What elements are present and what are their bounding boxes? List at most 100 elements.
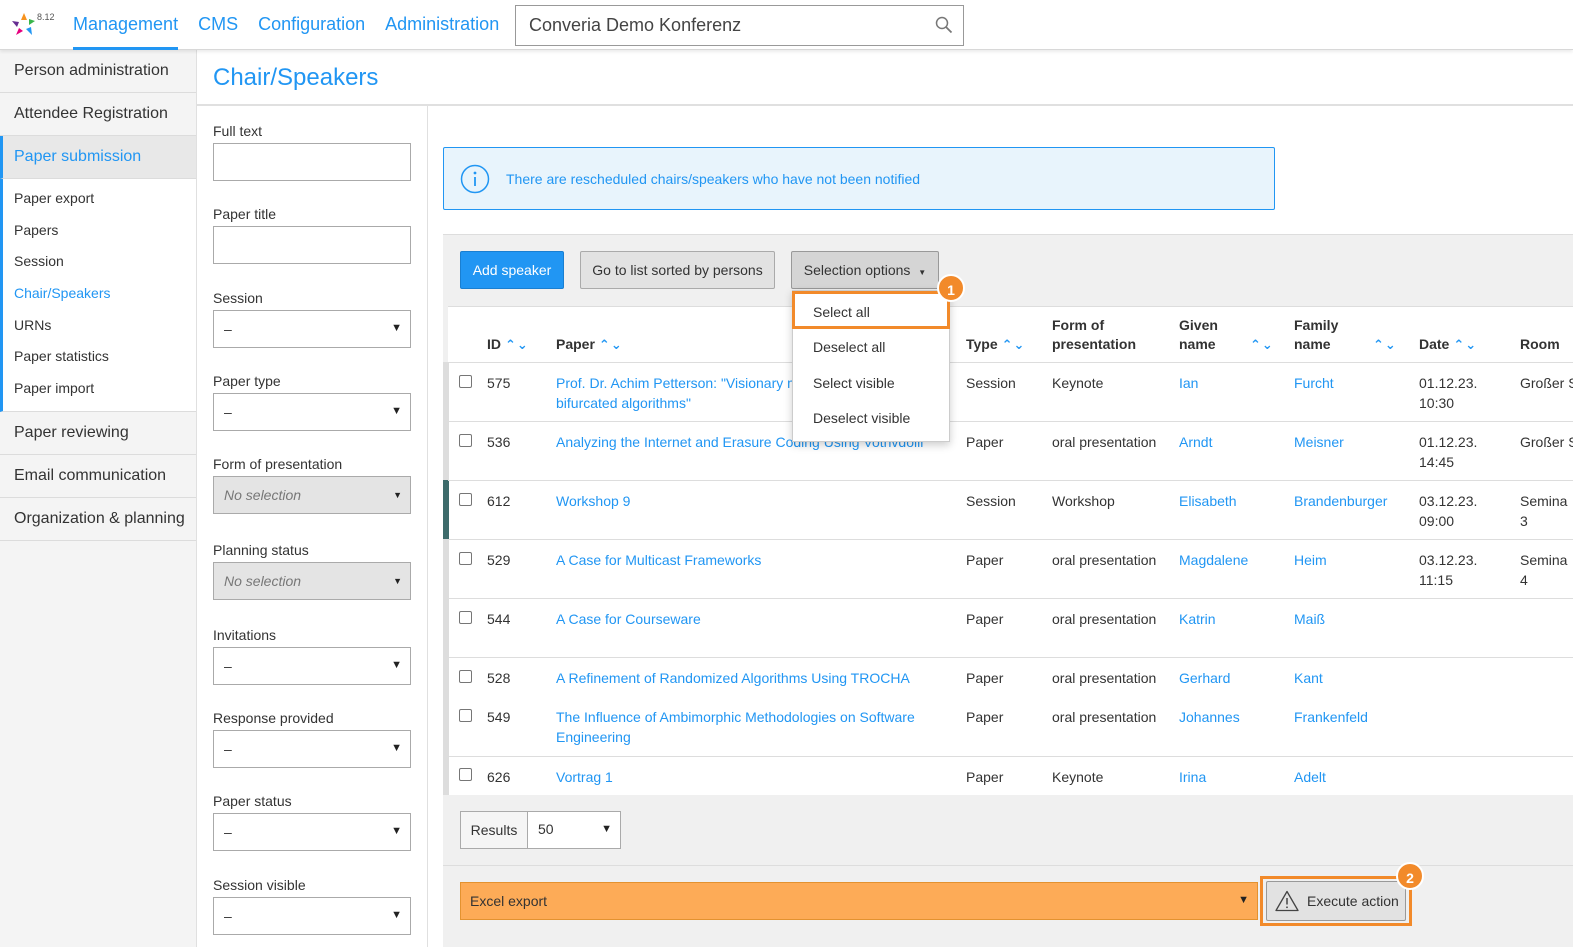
row-family-name-link[interactable]: Frankenfeld — [1294, 707, 1368, 727]
row-checkbox[interactable] — [459, 375, 472, 388]
col-type-header[interactable]: Type ⌃⌄ — [966, 335, 1025, 354]
form-of-presentation-value: No selection — [224, 487, 302, 503]
sort-icon[interactable]: ⌃⌄ — [1369, 335, 1397, 354]
paper-type-select[interactable]: – ▼ — [213, 393, 411, 431]
sidebar-subitem-urns[interactable]: URNs — [3, 310, 196, 342]
col-date-label: Date — [1419, 336, 1450, 352]
paper-status-select[interactable]: – ▼ — [213, 813, 411, 851]
sort-icon[interactable]: ⌃⌄ — [1246, 335, 1274, 354]
row-id: 575 — [487, 375, 511, 391]
sidebar-subitem-paper-statistics[interactable]: Paper statistics — [3, 341, 196, 373]
go-to-list-button[interactable]: Go to list sorted by persons — [580, 251, 775, 289]
event-search-input[interactable]: Converia Demo Konferenz — [515, 5, 964, 46]
row-family-name-link[interactable]: Brandenburger — [1294, 491, 1387, 511]
menu-item-deselect-visible[interactable]: Deselect visible — [793, 401, 949, 436]
row-given-name-link[interactable]: Elisabeth — [1179, 491, 1237, 511]
nav-administration[interactable]: Administration — [385, 0, 499, 50]
action-select[interactable]: Excel export ▼ — [460, 882, 1258, 920]
row-family-name-link[interactable]: Heim — [1294, 550, 1327, 570]
filter-form-of-presentation: Form of presentation No selection ▼ — [213, 456, 411, 514]
row-checkbox[interactable] — [459, 552, 472, 565]
caret-down-icon: ▼ — [391, 659, 402, 671]
session-label: Session — [213, 290, 263, 306]
row-checkbox[interactable] — [459, 768, 472, 781]
sidebar-item-organization-planning[interactable]: Organization & planning — [0, 498, 196, 541]
results-per-page-select[interactable]: Results 50 ▼ — [460, 811, 621, 849]
row-id: 544 — [487, 611, 511, 627]
sidebar-subitem-chair-speakers[interactable]: Chair/Speakers — [3, 278, 196, 310]
sidebar-item-paper-reviewing[interactable]: Paper reviewing — [0, 412, 196, 455]
row-checkbox[interactable] — [459, 493, 472, 506]
row-given-name-link[interactable]: Gerhard — [1179, 668, 1230, 688]
add-speaker-button[interactable]: Add speaker — [460, 251, 564, 289]
row-paper-link[interactable]: Prof. Dr. Achim Petterson: "Visionary m b… — [556, 373, 799, 413]
selection-options-button[interactable]: Selection options ▼ — [791, 251, 939, 289]
row-paper-link[interactable]: The Influence of Ambimorphic Methodologi… — [556, 707, 915, 747]
session-select[interactable]: – ▼ — [213, 310, 411, 348]
row-paper-link[interactable]: A Case for Multicast Frameworks — [556, 550, 761, 570]
nav-cms[interactable]: CMS — [198, 0, 238, 50]
nav-management[interactable]: Management — [73, 0, 179, 50]
row-family-name-link[interactable]: Adelt — [1294, 767, 1326, 787]
sort-icon[interactable]: ⌃⌄ — [505, 337, 529, 352]
row-given-name-link[interactable]: Magdalene — [1179, 550, 1248, 570]
row-paper-link[interactable]: Vortrag 1 — [556, 767, 613, 787]
sidebar-item-attendee-registration[interactable]: Attendee Registration — [0, 93, 196, 136]
row-date: 03.12.23. 11:15 — [1419, 550, 1477, 590]
col-paper-header[interactable]: Paper ⌃⌄ — [556, 335, 623, 354]
col-given-label-1: Given — [1179, 317, 1218, 333]
page-title: Chair/Speakers — [213, 64, 379, 91]
sidebar-item-person-administration[interactable]: Person administration — [0, 50, 196, 93]
search-icon[interactable] — [935, 16, 953, 34]
invitations-select[interactable]: – ▼ — [213, 647, 411, 685]
row-family-name-link[interactable]: Maiß — [1294, 609, 1325, 629]
row-paper-link[interactable]: A Refinement of Randomized Algorithms Us… — [556, 668, 910, 688]
row-given-name-link[interactable]: Irina — [1179, 767, 1206, 787]
row-checkbox[interactable] — [459, 434, 472, 447]
menu-item-select-visible[interactable]: Select visible — [793, 366, 949, 401]
planning-status-value: No selection — [224, 573, 302, 589]
response-provided-select[interactable]: – ▼ — [213, 730, 411, 768]
response-provided-value: – — [224, 741, 232, 757]
row-given-name-link[interactable]: Ian — [1179, 373, 1198, 393]
planning-status-select[interactable]: No selection ▼ — [213, 562, 411, 600]
sort-icon[interactable]: ⌃⌄ — [599, 337, 623, 352]
caret-down-icon: ▼ — [1238, 894, 1249, 906]
sidebar-subitem-papers[interactable]: Papers — [3, 215, 196, 247]
row-checkbox[interactable] — [459, 709, 472, 722]
row-paper-link[interactable]: A Case for Courseware — [556, 609, 701, 629]
row-family-name-link[interactable]: Meisner — [1294, 432, 1344, 452]
row-given-name-link[interactable]: Katrin — [1179, 609, 1216, 629]
time-line: 11:15 — [1419, 572, 1453, 588]
row-checkbox[interactable] — [459, 611, 472, 624]
sidebar-subitem-paper-import[interactable]: Paper import — [3, 373, 196, 405]
form-of-presentation-select[interactable]: No selection ▼ — [213, 476, 411, 514]
nav-configuration[interactable]: Configuration — [258, 0, 365, 50]
col-family-header[interactable]: Family name — [1294, 316, 1338, 354]
execute-action-button[interactable]: Execute action — [1266, 881, 1406, 921]
menu-item-deselect-all[interactable]: Deselect all — [793, 330, 949, 365]
info-message: There are rescheduled chairs/speakers wh… — [506, 171, 921, 187]
session-visible-label: Session visible — [213, 877, 306, 893]
col-id-header[interactable]: ID ⌃⌄ — [487, 335, 529, 354]
col-date-header[interactable]: Date ⌃⌄ — [1419, 335, 1477, 354]
row-given-name-link[interactable]: Arndt — [1179, 432, 1212, 452]
row-paper-link[interactable]: Workshop 9 — [556, 491, 630, 511]
paper-type-label: Paper type — [213, 373, 281, 389]
sidebar-subitem-session[interactable]: Session — [3, 246, 196, 278]
session-visible-select[interactable]: – ▼ — [213, 897, 411, 935]
full-text-input[interactable] — [213, 143, 411, 181]
sort-icon[interactable]: ⌃⌄ — [1002, 337, 1026, 352]
row-family-name-link[interactable]: Furcht — [1294, 373, 1334, 393]
step-badge-2: 2 — [1396, 862, 1424, 890]
sort-icon[interactable]: ⌃⌄ — [1453, 337, 1477, 352]
row-family-name-link[interactable]: Kant — [1294, 668, 1323, 688]
paper-title-input[interactable] — [213, 226, 411, 264]
sidebar-item-paper-submission[interactable]: Paper submission — [0, 136, 196, 179]
sidebar-item-email-communication[interactable]: Email communication — [0, 455, 196, 498]
sidebar-subitem-paper-export[interactable]: Paper export — [3, 183, 196, 215]
col-given-header[interactable]: Given name — [1179, 316, 1218, 354]
row-given-name-link[interactable]: Johannes — [1179, 707, 1240, 727]
row-checkbox[interactable] — [459, 670, 472, 683]
sidebar-submenu: Paper export Papers Session Chair/Speake… — [0, 179, 196, 412]
